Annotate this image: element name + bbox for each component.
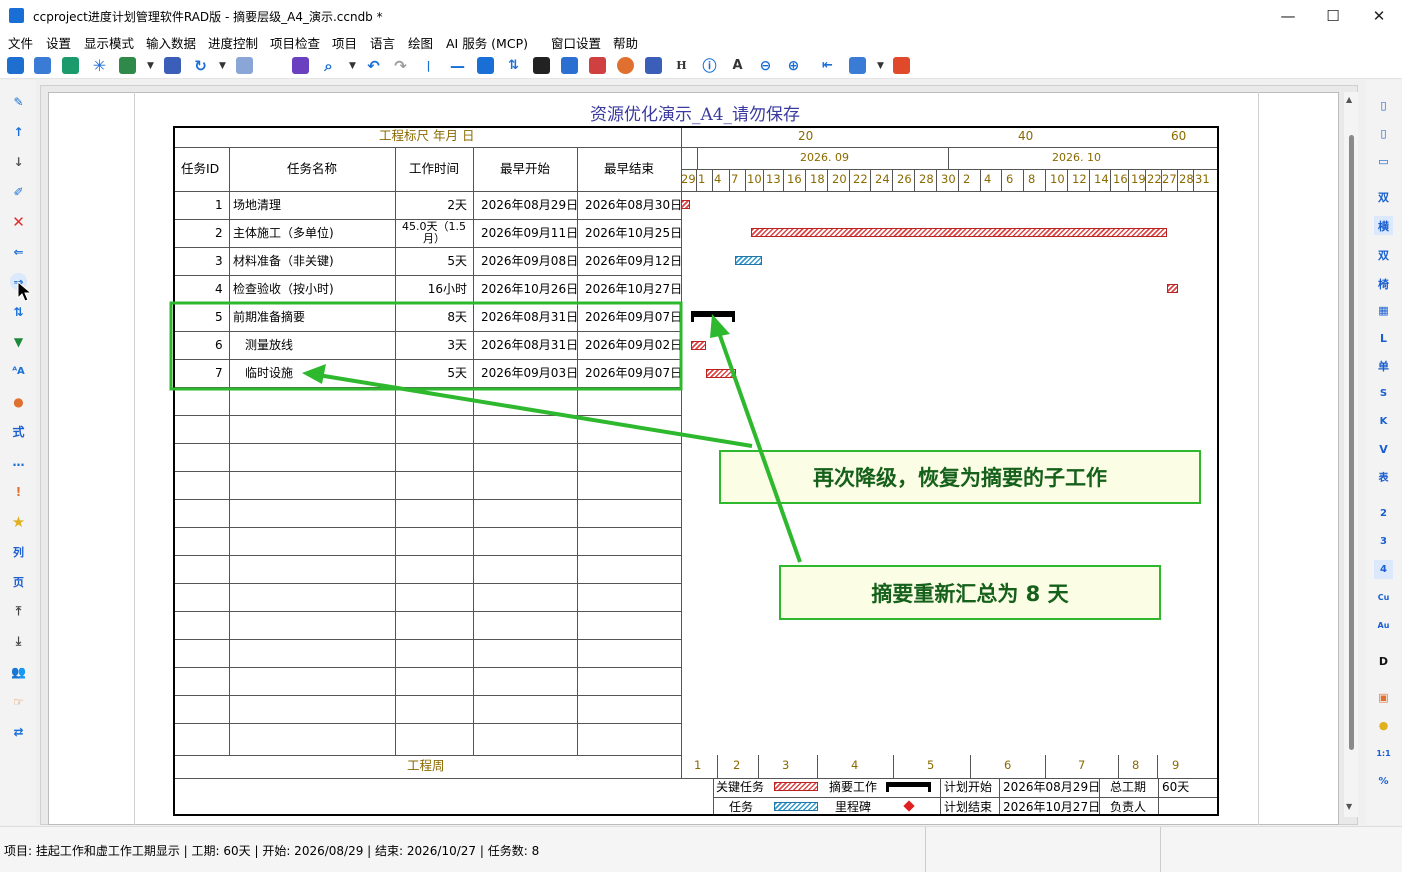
arrow-to-task7 bbox=[317, 373, 753, 448]
annotation-overlay bbox=[169, 301, 802, 563]
selection-highlight bbox=[169, 301, 683, 391]
status-bar: 项目: 挂起工作和虚工作工期显示 | 工期: 60天 | 开始: 2026/08… bbox=[0, 826, 1402, 872]
arrowhead-summary bbox=[710, 314, 730, 338]
arrow-to-summary bbox=[716, 329, 802, 563]
status-text: 项目: 挂起工作和虚工作工期显示 | 工期: 60天 | 开始: 2026/08… bbox=[4, 844, 540, 858]
mouse-cursor-icon bbox=[17, 281, 33, 302]
arrowhead-task7 bbox=[302, 364, 326, 384]
